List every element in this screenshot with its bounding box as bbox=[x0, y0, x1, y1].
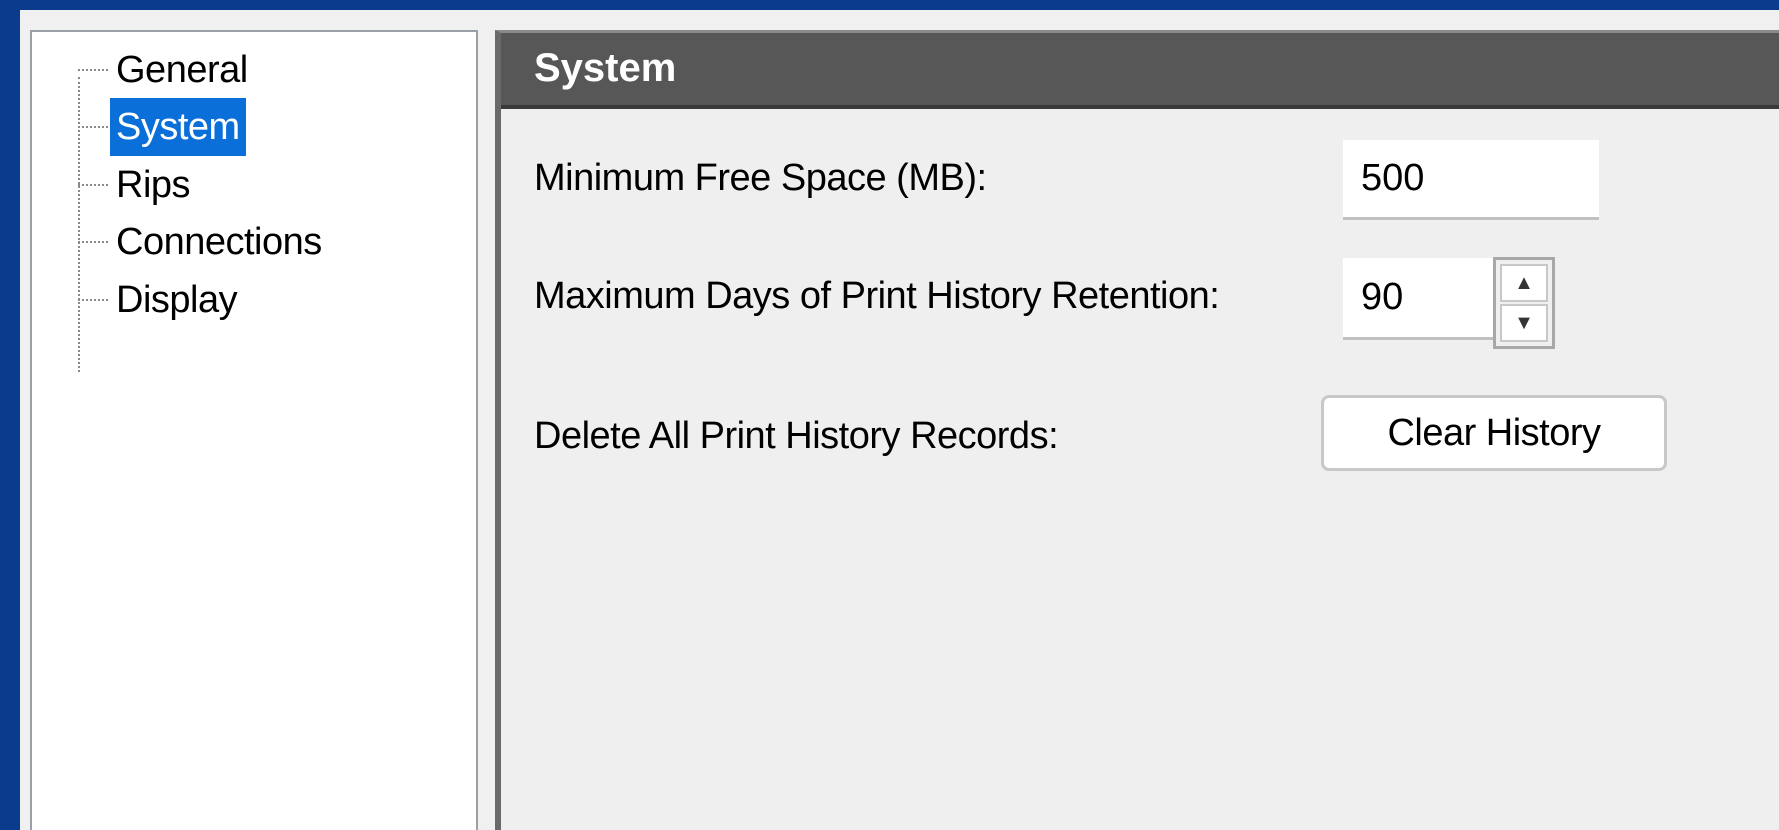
tree-item-label: Display bbox=[116, 279, 238, 321]
settings-tree: General System Rips Connections Display bbox=[30, 30, 478, 830]
delete-history-label: Delete All Print History Records: bbox=[534, 415, 1059, 457]
tree-item-label: System bbox=[110, 98, 246, 156]
tree-branch-line bbox=[78, 69, 108, 71]
max-days-spinner: ▲ ▼ bbox=[1493, 257, 1555, 349]
triangle-up-icon: ▲ bbox=[1514, 272, 1534, 294]
tree-item-label: General bbox=[116, 49, 248, 91]
min-free-space-label: Minimum Free Space (MB): bbox=[534, 157, 987, 199]
spin-down-button[interactable]: ▼ bbox=[1500, 304, 1548, 342]
spin-up-button[interactable]: ▲ bbox=[1500, 264, 1548, 302]
panel-header: System bbox=[501, 33, 1779, 109]
max-days-input[interactable] bbox=[1343, 258, 1493, 340]
tree-item-rips[interactable]: Rips bbox=[78, 155, 196, 215]
clear-history-button[interactable]: Clear History bbox=[1321, 395, 1667, 471]
min-free-space-input[interactable] bbox=[1343, 140, 1599, 220]
tree-branch-line bbox=[78, 126, 108, 128]
tree-item-display[interactable]: Display bbox=[78, 270, 243, 330]
tree-item-label: Rips bbox=[116, 164, 191, 206]
system-settings-panel: System Minimum Free Space (MB): Maximum … bbox=[495, 30, 1779, 830]
tree-item-label: Connections bbox=[116, 221, 322, 263]
triangle-down-icon: ▼ bbox=[1514, 312, 1534, 334]
max-days-label: Maximum Days of Print History Retention: bbox=[534, 275, 1220, 317]
tree-branch-line bbox=[78, 184, 108, 186]
tree-branch-line bbox=[78, 299, 108, 301]
tree-branch-line bbox=[78, 241, 108, 243]
panel-title: System bbox=[534, 46, 677, 90]
tree-item-connections[interactable]: Connections bbox=[78, 212, 328, 272]
tree-item-general[interactable]: General bbox=[78, 40, 254, 100]
tree-item-system[interactable]: System bbox=[78, 97, 246, 157]
